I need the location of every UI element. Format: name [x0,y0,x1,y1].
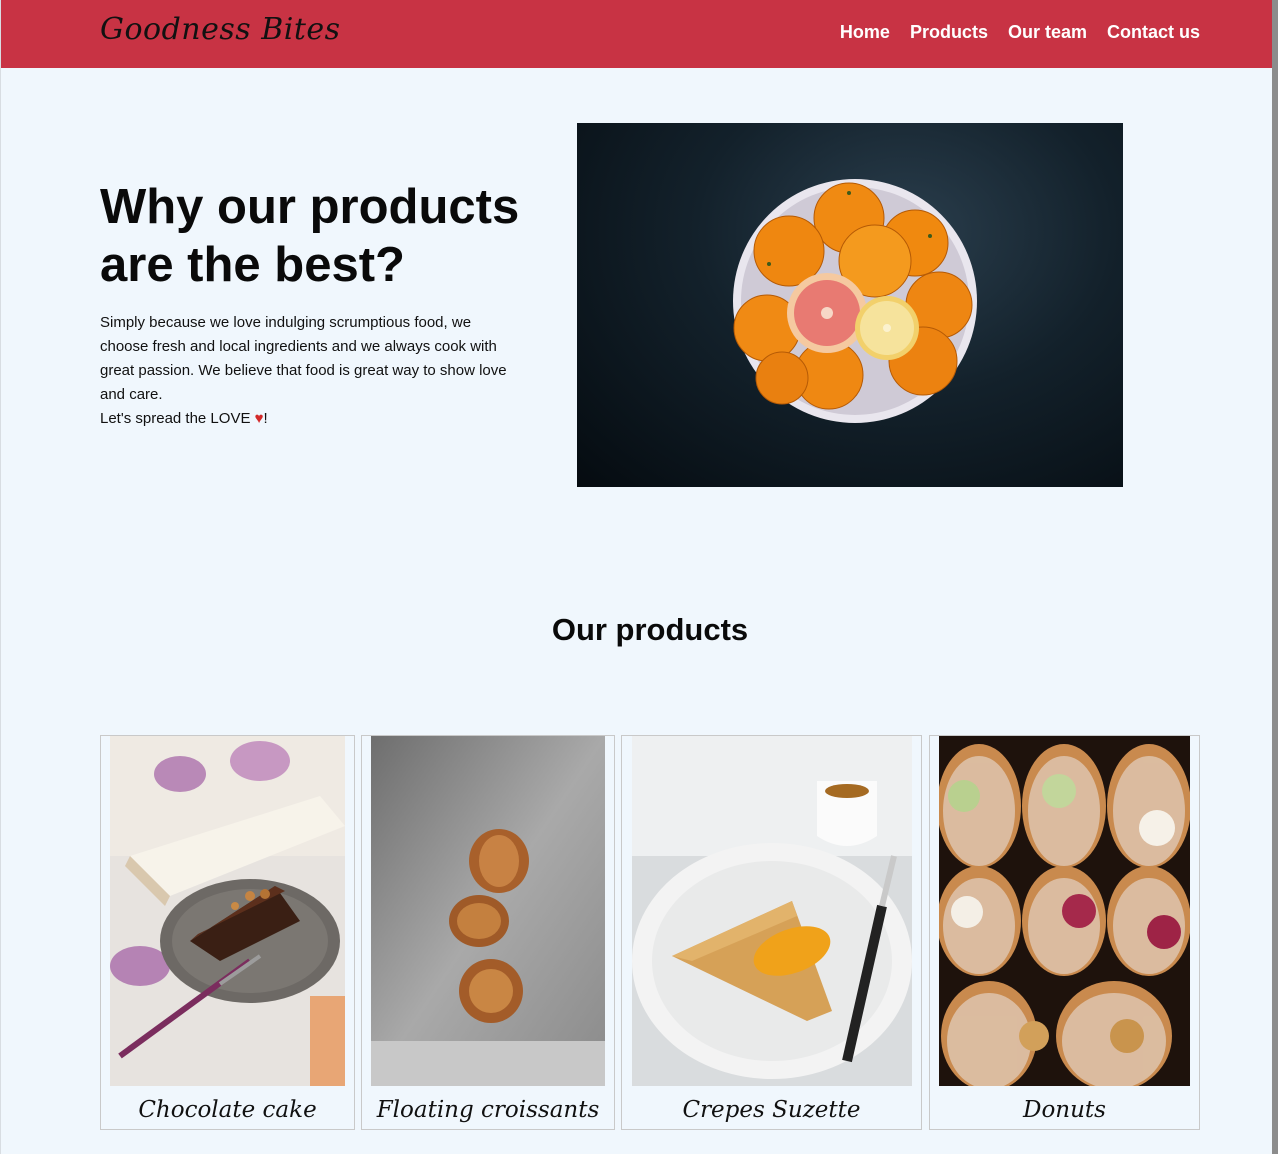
nav-link-contact-us[interactable]: Contact us [1107,22,1200,43]
croissants-icon [371,736,605,1086]
chocolate-cake-photo [110,736,345,1086]
chocolate-cake-icon [110,736,345,1086]
spread-love-text: Let's spread the LOVE [100,410,255,427]
hero-title: Why our products are the best? [100,180,520,292]
nav-link-our-team[interactable]: Our team [1008,22,1087,43]
scrollbar[interactable] [1272,0,1278,1154]
donuts-photo [939,736,1190,1086]
product-card-crepes-suzette[interactable]: Crepes Suzette [621,735,922,1130]
hero-text: Simply because we love indulging scrumpt… [100,311,520,431]
product-label: Crepes Suzette [682,1097,861,1123]
nav-link-home[interactable]: Home [840,22,890,43]
nav-link-products[interactable]: Products [910,22,988,43]
product-card-floating-croissants[interactable]: Floating croissants [361,735,615,1130]
product-label: Chocolate cake [138,1097,317,1123]
heart-icon: ♥ [254,410,264,427]
crepes-icon [632,736,912,1086]
product-label: Donuts [1023,1097,1106,1123]
page-edge [0,0,1,1154]
bowl-of-oranges-icon [733,179,977,423]
product-label: Floating croissants [376,1097,600,1123]
hero-paragraph: Simply because we love indulging scrumpt… [100,314,507,403]
croissants-photo [371,736,605,1086]
hero-spread-love: Let's spread the LOVE ♥! [100,407,520,431]
brand-logo[interactable]: Goodness Bites [100,12,341,47]
product-card-donuts[interactable]: Donuts [929,735,1200,1130]
crepes-photo [632,736,912,1086]
products-section-title: Our products [551,612,749,647]
spread-love-suffix: ! [263,410,268,427]
product-card-chocolate-cake[interactable]: Chocolate cake [100,735,355,1130]
top-navbar: Goodness Bites Home Products Our team Co… [1,0,1272,68]
nav-links: Home Products Our team Contact us [840,22,1200,43]
hero-image-oranges [577,123,1123,487]
donuts-icon [939,736,1190,1086]
